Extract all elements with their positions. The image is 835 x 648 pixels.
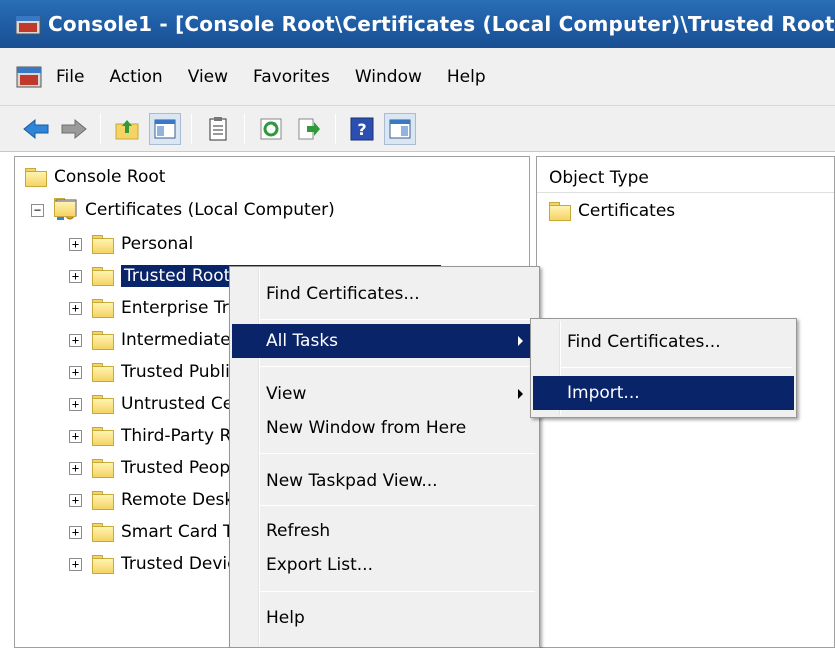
menu-item-export-list[interactable]: Export List... — [232, 548, 537, 582]
mmc-app-icon[interactable] — [14, 10, 42, 38]
menu-favorites[interactable]: Favorites — [253, 67, 330, 87]
folder-icon — [549, 202, 571, 221]
expand-icon[interactable]: + — [69, 269, 82, 283]
tree-item-personal[interactable]: + Personal — [69, 229, 193, 259]
folder-icon — [92, 523, 114, 542]
menu-item-find-certificates[interactable]: Find Certificates... — [232, 277, 537, 311]
menu-file[interactable]: File — [56, 67, 84, 87]
menu-item-import[interactable]: Import... — [533, 376, 794, 410]
menu-item-label: All Tasks — [266, 331, 339, 351]
folder-icon — [92, 395, 114, 414]
tree-item-certificates-local-computer[interactable]: − Certificates (Local Computer) — [31, 195, 335, 225]
folder-icon — [92, 235, 114, 254]
certificate-snapin-icon — [54, 198, 78, 222]
menu-action[interactable]: Action — [109, 67, 162, 87]
menu-item-all-tasks[interactable]: All Tasks — [232, 324, 537, 358]
expand-icon[interactable]: + — [69, 493, 82, 507]
title-bar: Console1 - [Console Root\Certificates (L… — [0, 0, 835, 48]
folder-icon — [92, 427, 114, 446]
export-list-icon[interactable] — [293, 113, 325, 145]
folder-icon — [92, 459, 114, 478]
refresh-icon[interactable] — [255, 113, 287, 145]
properties-icon[interactable] — [202, 113, 234, 145]
expand-icon[interactable]: + — [69, 429, 82, 443]
back-icon[interactable] — [20, 113, 52, 145]
up-folder-icon[interactable] — [111, 113, 143, 145]
expand-icon[interactable]: + — [69, 557, 82, 571]
expand-icon[interactable]: + — [69, 397, 82, 411]
console-menu-icon[interactable] — [14, 62, 44, 92]
tree-item-label: Trusted People — [121, 458, 246, 478]
menu-separator — [260, 319, 535, 320]
list-item-label: Certificates — [578, 201, 676, 221]
toolbar-separator — [100, 113, 101, 144]
svg-text:?: ? — [357, 120, 366, 139]
menu-item-find-certificates[interactable]: Find Certificates... — [533, 325, 794, 359]
menu-item-new-taskpad[interactable]: New Taskpad View... — [232, 464, 537, 498]
forward-icon[interactable] — [58, 113, 90, 145]
collapse-icon[interactable]: − — [31, 203, 44, 217]
window-title: Console1 - [Console Root\Certificates (L… — [48, 12, 835, 36]
all-tasks-submenu: Find Certificates... Import... — [530, 318, 797, 418]
menu-separator — [260, 505, 535, 506]
tree-item-trusted-people[interactable]: + Trusted People — [69, 453, 245, 483]
menu-separator — [260, 366, 535, 367]
menu-item-new-window[interactable]: New Window from Here — [232, 411, 537, 445]
folder-icon — [92, 491, 114, 510]
column-header-object-type[interactable]: Object Type — [537, 163, 834, 193]
menu-separator — [260, 591, 535, 592]
list-item-certificates[interactable]: Certificates — [549, 201, 675, 221]
menu-view[interactable]: View — [188, 67, 228, 87]
menu-window[interactable]: Window — [355, 67, 422, 87]
help-icon[interactable]: ? — [346, 113, 378, 145]
toolbar-separator — [244, 113, 245, 144]
toolbar-separator — [335, 113, 336, 144]
tree-item-label: Certificates (Local Computer) — [85, 200, 335, 220]
expand-icon[interactable]: + — [69, 333, 82, 347]
menu-item-refresh[interactable]: Refresh — [232, 514, 537, 548]
expand-icon[interactable]: + — [69, 365, 82, 379]
menu-bar: File Action View Favorites Window Help — [0, 48, 835, 106]
folder-icon — [25, 168, 47, 187]
toolbar: ? — [0, 106, 835, 152]
expand-icon[interactable]: + — [69, 461, 82, 475]
tree-item-label: Console Root — [54, 167, 166, 187]
tree-item-trusted-devices[interactable]: + Trusted Devices — [69, 549, 256, 579]
show-action-pane-icon[interactable] — [384, 112, 416, 145]
submenu-arrow-icon — [518, 389, 523, 399]
expand-icon[interactable]: + — [69, 525, 82, 539]
menu-help[interactable]: Help — [447, 67, 486, 87]
show-hide-tree-icon[interactable] — [149, 112, 181, 145]
folder-icon — [92, 299, 114, 318]
folder-icon — [92, 267, 114, 286]
tree-item-enterprise-trust[interactable]: + Enterprise Trust — [69, 293, 255, 323]
menu-separator — [260, 453, 535, 454]
menu-item-help[interactable]: Help — [232, 601, 537, 635]
menu-separator — [561, 367, 792, 368]
context-menu: Find Certificates... All Tasks View New … — [229, 266, 540, 648]
tree-item-console-root[interactable]: Console Root — [25, 162, 165, 192]
tree-item-label: Personal — [121, 234, 194, 254]
menu-item-view[interactable]: View — [232, 377, 537, 411]
expand-icon[interactable]: + — [69, 301, 82, 315]
folder-icon — [92, 555, 114, 574]
menu-item-label: View — [266, 384, 307, 404]
expand-icon[interactable]: + — [69, 237, 82, 251]
submenu-arrow-icon — [518, 336, 523, 346]
toolbar-separator — [191, 113, 192, 144]
folder-icon — [92, 331, 114, 350]
folder-icon — [92, 363, 114, 382]
